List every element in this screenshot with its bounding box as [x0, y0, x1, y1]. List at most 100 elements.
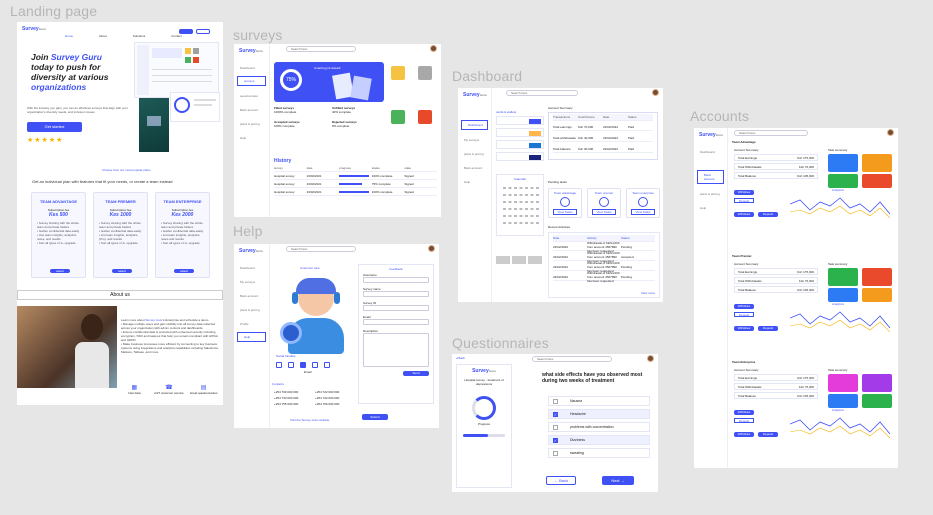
dashboard-nav-dashboard[interactable]: Dashboard [461, 120, 488, 130]
dashboard-avatar[interactable] [652, 89, 659, 96]
option-row[interactable]: Nausea [548, 396, 650, 406]
accounts-search-input[interactable]: Search here [734, 130, 808, 136]
calendar-widget[interactable]: Calendar [496, 174, 544, 236]
surveys-nav-help[interactable]: Help [234, 134, 269, 142]
dashboard-search-input[interactable]: Search here [506, 90, 578, 96]
surveys-logo[interactable]: SurveyGuru [234, 44, 269, 58]
account-summary-row[interactable]: Total Earnings Ksh 175,000 [734, 268, 818, 275]
withdraw-button[interactable]: Withdraw [734, 190, 754, 195]
send-button[interactable]: Send [403, 371, 429, 376]
back-button[interactable]: ← Back [546, 476, 576, 485]
task-tile[interactable] [828, 154, 858, 172]
dashboard-nav-bank[interactable]: Bank account [458, 164, 491, 172]
account-summary-row[interactable]: Total Withdrawals Ksh 70,000 [734, 383, 818, 390]
survey-id-field[interactable] [363, 305, 429, 311]
view-more-link[interactable]: View more [641, 291, 655, 295]
task-tile[interactable] [828, 268, 858, 286]
phone-icon[interactable] [276, 362, 282, 368]
landing-login-button[interactable] [179, 29, 193, 34]
get-started-button[interactable]: Get started [27, 122, 82, 132]
withdraw-button[interactable]: Withdraw [734, 304, 754, 309]
deposit-button[interactable]: Deposit [758, 326, 778, 331]
view-tasks-button[interactable]: View Tasks [592, 209, 616, 215]
task-tile[interactable] [862, 154, 892, 172]
account-summary-row[interactable]: Total Balance Ksh 105,000 [734, 286, 818, 293]
phone-number[interactable]: +254 766 000 000 [315, 402, 352, 406]
email-field[interactable] [363, 319, 429, 325]
location-icon[interactable] [312, 362, 318, 368]
phone-number[interactable]: +254 733 000 000 [274, 396, 311, 400]
landing-logo[interactable]: SurveyGuru [22, 26, 46, 32]
plan-select-button[interactable]: select [112, 269, 132, 273]
view-tasks-button[interactable]: View Tasks [553, 209, 577, 215]
landing-nav-home[interactable]: Home [65, 34, 73, 38]
surveys-search-input[interactable]: Search here [286, 46, 356, 52]
help-nav-bank[interactable]: Bank account [234, 292, 269, 300]
option-row[interactable]: sweating [548, 448, 650, 458]
landing-signup-button[interactable] [196, 29, 210, 34]
help-nav-plans[interactable]: plans & pricing [234, 306, 269, 314]
email-icon[interactable] [300, 362, 306, 368]
survey-name-field[interactable] [363, 291, 429, 297]
task-tile[interactable] [862, 374, 892, 392]
phone-number[interactable]: +254 700 000 000 [274, 390, 311, 394]
accounts-nav-plans[interactable]: plans & pricing [694, 190, 727, 198]
activity-row[interactable]: 23/02/2022 Withdrawal of KES4,000 from ac… [553, 241, 655, 253]
accounts-nav-dashboard[interactable]: Dashboard [694, 148, 727, 156]
phone-number[interactable]: +254 755 000 000 [274, 402, 311, 406]
questionnaire-avatar[interactable] [647, 355, 654, 362]
option-row[interactable]: ✓ Dizziness [548, 435, 650, 445]
help-logo[interactable]: SurveyGuru [234, 244, 269, 258]
history-row[interactable]: Hospital survey 23/02/2021 100% complete Si… [274, 189, 437, 196]
account-summary-row[interactable]: Total Earnings Ksh 175,000 [734, 154, 818, 161]
help-nav-profile[interactable]: Profile [234, 320, 269, 328]
username-field[interactable] [363, 277, 429, 283]
landing-nav-solutions[interactable]: Solutions [133, 34, 145, 38]
landing-nav-contact[interactable]: Contact [171, 34, 181, 38]
phone-number[interactable]: +254 722 000 000 [315, 390, 352, 394]
surveys-nav-plans[interactable]: plans & pricing [234, 120, 269, 128]
account-summary-row[interactable]: Total Balance Ksh 105,000 [734, 392, 818, 399]
account-summary-row[interactable]: Total Earnings Ksh 175,000 [734, 374, 818, 381]
about-us-bar[interactable]: About us [17, 290, 223, 300]
submit-button[interactable]: Submit [362, 414, 388, 420]
task-tile[interactable] [828, 174, 858, 188]
dashboard-nav-my-surveys[interactable]: My surveys [458, 136, 491, 144]
description-field[interactable] [363, 333, 429, 367]
help-search-input[interactable]: Search here [286, 246, 356, 252]
dashboard-nav-plans[interactable]: plans & pricing [458, 150, 491, 158]
history-row[interactable]: Hospital survey 23/02/2021 100% complete Si… [274, 173, 437, 180]
questionnaire-search-input[interactable]: Search here [532, 356, 612, 362]
help-avatar[interactable] [428, 245, 435, 252]
accounts-nav-help[interactable]: Help [694, 204, 727, 212]
task-tile[interactable] [862, 394, 892, 408]
help-nav-surveys[interactable]: My surveys [234, 278, 269, 286]
withdraw-button[interactable]: Withdraw [734, 410, 754, 415]
task-tile[interactable] [862, 268, 892, 286]
option-row[interactable]: problems with concentration [548, 422, 650, 432]
accounts-avatar[interactable] [887, 129, 894, 136]
activity-row[interactable]: 23/02/2022 Withdrawal of KES4,000 from ac… [553, 271, 655, 283]
account-summary-row[interactable]: Total Balance Ksh 105,000 [734, 172, 818, 179]
chat-icon[interactable] [288, 362, 294, 368]
deposit-chip[interactable]: Deposit [734, 418, 754, 423]
account-summary-row[interactable]: Total Withdrawals Ksh 70,000 [734, 277, 818, 284]
dashboard-logo[interactable]: SurveyGuru [458, 88, 491, 102]
activity-row[interactable]: 23/02/2022 Withdrawal of KES4,000 from ac… [553, 251, 655, 263]
landing-nav-about[interactable]: About [99, 34, 107, 38]
dashboard-nav-help[interactable]: Help [458, 178, 491, 186]
task-tile[interactable] [828, 288, 858, 302]
plan-select-button[interactable]: select [50, 269, 70, 273]
summary-row[interactable]: Total withdrawals Ksh 40,000 23/02/2022 Pai… [553, 135, 653, 142]
task-tile[interactable] [862, 174, 892, 188]
withdraw-button[interactable]: Withdraw [734, 432, 754, 437]
accounts-nav-bank[interactable]: Bank account [697, 170, 724, 184]
website-link[interactable]: Visit the Survey Guru website [290, 418, 329, 422]
accounts-logo[interactable]: SurveyGuru [694, 128, 727, 142]
withdraw-button[interactable]: Withdraw [734, 212, 754, 217]
phone-number[interactable]: +254 744 000 000 [315, 396, 352, 400]
surveys-avatar[interactable] [430, 45, 437, 52]
next-button[interactable]: Next → [602, 476, 634, 485]
deposit-button[interactable]: Deposit [758, 432, 778, 437]
account-summary-row[interactable]: Total Withdrawals Ksh 70,000 [734, 163, 818, 170]
